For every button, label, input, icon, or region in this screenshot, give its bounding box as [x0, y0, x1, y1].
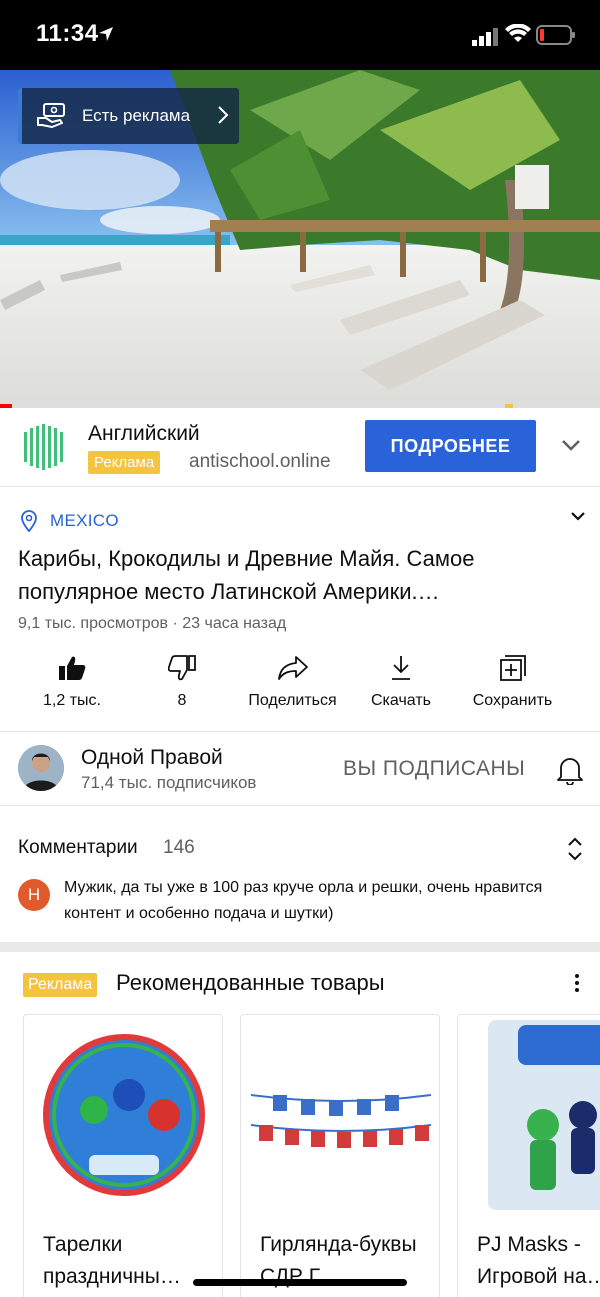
save-icon	[499, 655, 526, 681]
ad-hand-icon	[37, 103, 65, 128]
product-name: PJ Masks - Игровой на…	[477, 1233, 600, 1288]
video-meta: 9,1 тыс. просмотров · 23 часа назад	[18, 615, 287, 632]
save-button[interactable]: Сохранить	[466, 650, 559, 732]
section-divider	[0, 942, 600, 952]
top-comment-text: Мужик, да ты уже в 100 раз круче орла и …	[64, 879, 543, 922]
share-label: Поделиться	[248, 692, 337, 709]
chevron-down-icon[interactable]	[561, 438, 581, 452]
chevron-right-icon	[218, 106, 229, 124]
download-label: Скачать	[371, 692, 431, 709]
like-count: 1,2 тыс.	[43, 692, 101, 709]
subscriber-count: 71,4 тыс. подписчиков	[81, 773, 257, 792]
product-image-garland	[250, 1094, 432, 1148]
video-title[interactable]: Карибы, Крокодилы и Древние Майя. Самое …	[18, 542, 558, 608]
expand-description-icon[interactable]	[570, 511, 586, 523]
comments-heading: Комментарии	[18, 837, 138, 858]
ad-badge: Реклама	[88, 451, 161, 474]
cellular-signal-icon	[472, 28, 498, 46]
advertiser-logo	[24, 424, 63, 470]
ad-title: Английский	[88, 422, 200, 445]
subscribed-button[interactable]: ВЫ ПОДПИСАНЫ	[343, 757, 525, 781]
product-image-plates	[43, 1034, 205, 1196]
share-button[interactable]: Поделиться	[240, 650, 345, 732]
ad-banner[interactable]: Английский Реклама antischool.online ПОД…	[0, 408, 600, 487]
location-tag[interactable]: MEXICO	[50, 511, 119, 531]
ad-disclosure-pill[interactable]: Есть реклама	[18, 88, 239, 144]
like-button[interactable]: 1,2 тыс.	[26, 650, 118, 732]
channel-avatar-image	[18, 745, 64, 791]
channel-avatar[interactable]	[18, 745, 64, 791]
learn-more-button[interactable]: ПОДРОБНЕЕ	[365, 420, 536, 472]
comments-section[interactable]: Комментарии 146 Н Мужик, да ты уже в 100…	[0, 806, 600, 942]
product-image-toy	[488, 1020, 600, 1210]
thumbs-down-icon	[168, 655, 196, 681]
more-vertical-icon[interactable]	[570, 972, 584, 994]
comments-count: 146	[163, 837, 195, 858]
ad-domain: antischool.online	[189, 451, 331, 472]
location-pin-icon	[21, 510, 37, 532]
thumbs-up-icon	[59, 656, 86, 680]
commenter-avatar: Н	[18, 879, 50, 911]
battery-icon	[536, 25, 575, 45]
expand-collapse-icon[interactable]	[566, 836, 584, 862]
status-time: 11:34	[36, 20, 99, 47]
product-card[interactable]: Тарелки праздничны…	[23, 1014, 223, 1297]
channel-name[interactable]: Одной Правой	[81, 746, 223, 770]
home-indicator[interactable]	[193, 1279, 407, 1286]
products-heading: Рекомендованные товары	[116, 970, 385, 995]
download-icon	[392, 656, 410, 680]
action-bar: 1,2 тыс. 8 Поделиться Скачать Сохранить	[0, 650, 600, 732]
product-card[interactable]: PJ Masks - Игровой на…	[457, 1014, 600, 1297]
bell-icon[interactable]	[557, 755, 583, 785]
products-ad-badge: Реклама	[23, 973, 98, 997]
status-bar: 11:34	[0, 0, 600, 70]
channel-row[interactable]: Одной Правой 71,4 тыс. подписчиков ВЫ ПО…	[0, 733, 600, 806]
dislike-count: 8	[177, 692, 187, 709]
wifi-icon	[505, 24, 531, 42]
dislike-button[interactable]: 8	[142, 650, 222, 732]
location-arrow-icon	[99, 27, 113, 41]
product-card[interactable]: Гирлянда-буквы СДР Г…	[240, 1014, 440, 1297]
product-name: Тарелки праздничны…	[43, 1233, 181, 1288]
share-icon	[277, 656, 308, 680]
save-label: Сохранить	[472, 692, 553, 709]
download-button[interactable]: Скачать	[362, 650, 440, 732]
ad-pill-label: Есть реклама	[82, 106, 191, 125]
